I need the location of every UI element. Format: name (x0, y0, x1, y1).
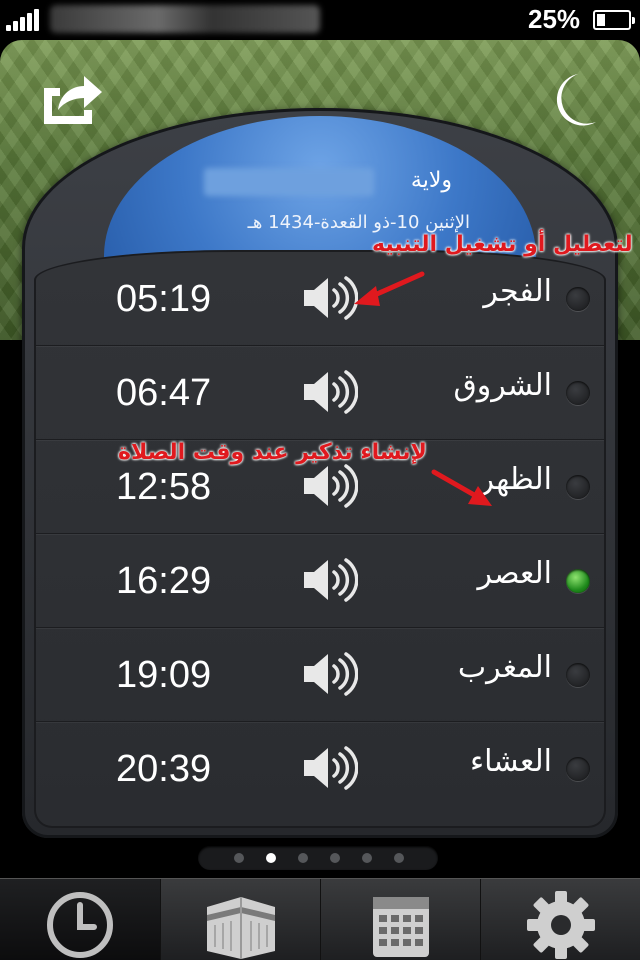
alert-toggle-button[interactable] (302, 368, 359, 416)
prayer-time: 20:39 (116, 748, 212, 790)
status-dot (566, 381, 590, 405)
annotation-arrow-speaker (354, 271, 425, 306)
page-dot[interactable] (394, 853, 404, 863)
prayer-row-asr[interactable]: 16:29 العصر (36, 534, 604, 628)
share-icon (44, 76, 102, 124)
status-dot (566, 663, 590, 687)
status-dot (566, 757, 590, 781)
carrier-redacted (50, 5, 320, 33)
page-dot[interactable] (266, 853, 276, 863)
prayer-name: العصر (477, 556, 552, 591)
speaker-icon (304, 558, 359, 602)
status-dot (566, 475, 590, 499)
prayer-row-sunrise[interactable]: 06:47 الشروق (36, 346, 604, 440)
page-indicator[interactable] (198, 846, 438, 870)
tab-settings[interactable] (480, 879, 640, 960)
prayer-name: العشاء (470, 744, 552, 779)
prayer-name: المغرب (457, 650, 552, 685)
city-name-redacted (204, 168, 374, 196)
page-dot[interactable] (234, 853, 244, 863)
prayer-list: 05:19 الفجر 06:47 الشروق 12:58 الظهر 16:… (34, 250, 606, 828)
annotation-arrow-prayer (431, 469, 492, 506)
calendar-icon (373, 897, 429, 957)
tab-prayer-times[interactable] (0, 879, 160, 960)
prayer-row-fajr[interactable]: 05:19 الفجر (36, 252, 604, 346)
page-dot[interactable] (298, 853, 308, 863)
annotation-create-reminder: لإنشاء تذكير عند وقت الصلاة (118, 440, 427, 465)
kaaba-icon (207, 897, 275, 959)
tab-calendar[interactable] (320, 879, 480, 960)
prayer-row-isha[interactable]: 20:39 العشاء (36, 722, 604, 816)
prayer-time: 19:09 (116, 654, 212, 696)
prayer-time: 06:47 (116, 372, 212, 414)
prayer-time: 05:19 (116, 278, 212, 320)
status-dot (566, 569, 590, 593)
tab-qibla[interactable] (160, 879, 320, 960)
status-dot (566, 287, 590, 311)
gear-icon (527, 891, 595, 959)
hijri-date: الإثنين 10-ذو القعدة-1434 هـ (247, 212, 470, 233)
speaker-icon (304, 370, 359, 414)
prayer-time: 16:29 (116, 560, 212, 602)
alert-toggle-button[interactable] (302, 650, 359, 698)
prayer-row-maghrib[interactable]: 19:09 المغرب (36, 628, 604, 722)
speaker-icon (304, 746, 359, 790)
battery-percent: 25% (528, 4, 581, 34)
page-dot[interactable] (362, 853, 372, 863)
night-mode-button[interactable] (548, 70, 598, 130)
signal-icon (6, 9, 46, 31)
speaker-icon (304, 464, 359, 508)
location-row: ولاية (104, 166, 536, 196)
status-bar: 25% (0, 0, 640, 40)
crescent-moon-icon (556, 74, 596, 126)
prayer-name: الشروق (453, 368, 552, 403)
share-button[interactable] (40, 70, 106, 126)
alert-toggle-button[interactable] (302, 462, 359, 510)
prayer-time: 12:58 (116, 466, 212, 508)
speaker-icon (304, 652, 359, 696)
clock-icon (47, 892, 113, 958)
tab-bar (0, 878, 640, 960)
battery-icon (593, 10, 635, 30)
annotation-toggle-alert: لتعطيل أو تشغيل التنبيه (372, 232, 633, 257)
location-label: ولاية (410, 168, 452, 193)
alert-toggle-button[interactable] (302, 556, 359, 604)
prayer-name: الفجر (483, 274, 552, 309)
alert-toggle-button[interactable] (302, 744, 359, 792)
page-dot[interactable] (330, 853, 340, 863)
